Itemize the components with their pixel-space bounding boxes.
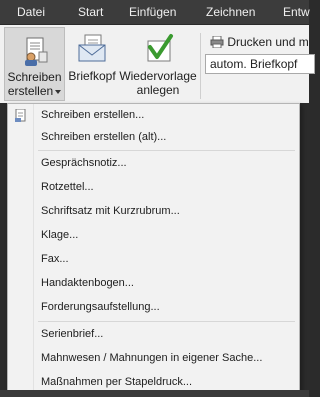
printer-icon [210,35,224,49]
menu-icon-gutter [8,104,34,392]
wiedervorlage-label-line1: Wiedervorlage [119,69,197,83]
ribbon-tab-bar: Datei Start Einfügen Zeichnen Entw [0,0,310,25]
document-user-icon [24,37,47,66]
menu-item-handaktenbogen[interactable]: Handaktenbogen... [35,272,297,294]
menu-separator [38,321,295,322]
briefkopf-label: Briefkopf [68,69,116,83]
menu-item-rotzettel[interactable]: Rotzettel... [35,176,297,198]
small-document-icon [14,108,28,128]
schreiben-erstellen-menu: Schreiben erstellen... Schreiben erstell… [7,103,300,393]
schreiben-erstellen-button[interactable]: Schreiben erstellen [4,27,65,101]
menu-item-klage[interactable]: Klage... [35,224,297,246]
menu-item-fax[interactable]: Fax... [35,248,297,270]
envelope-icon [78,34,106,62]
tab-start[interactable]: Start [78,5,103,19]
drucken-label: Drucken und m [227,35,309,49]
tab-entwicklertools[interactable]: Entw [283,5,310,19]
menu-item-forderungsaufstellung[interactable]: Forderungsaufstellung... [35,296,297,318]
menu-item-schriftsatz[interactable]: Schriftsatz mit Kurzrubrum... [35,200,297,222]
menu-item-schreiben-erstellen[interactable]: Schreiben erstellen... [35,104,297,126]
wiedervorlage-anlegen-button[interactable]: Wiedervorlage anlegen [119,27,197,101]
tab-einfuegen[interactable]: Einfügen [129,5,176,19]
menu-item-serienbrief[interactable]: Serienbrief... [35,323,297,345]
schreiben-label-line1: Schreiben [7,70,62,84]
drucken-button[interactable]: Drucken und m [210,35,309,49]
menu-item-gespraechsnotiz[interactable]: Gesprächsnotiz... [35,152,297,174]
checkmark-document-icon [147,34,173,62]
status-bar [0,390,309,397]
menu-item-mahnwesen[interactable]: Mahnwesen / Mahnungen in eigener Sache..… [35,347,297,369]
briefkopf-select[interactable]: autom. Briefkopf [205,54,315,74]
menu-separator [38,150,295,151]
tab-zeichnen[interactable]: Zeichnen [206,5,255,19]
ribbon: Schreiben erstellen Briefkopf Wiedervorl… [0,25,315,103]
briefkopf-button[interactable]: Briefkopf [66,27,118,101]
ribbon-group-separator [200,33,201,99]
menu-item-schreiben-erstellen-alt[interactable]: Schreiben erstellen (alt)... [35,126,297,148]
tab-datei[interactable]: Datei [17,5,45,19]
wiedervorlage-label-line2: anlegen [136,83,180,97]
schreiben-label-line2: erstellen [7,84,54,98]
dropdown-caret-icon [55,89,62,94]
